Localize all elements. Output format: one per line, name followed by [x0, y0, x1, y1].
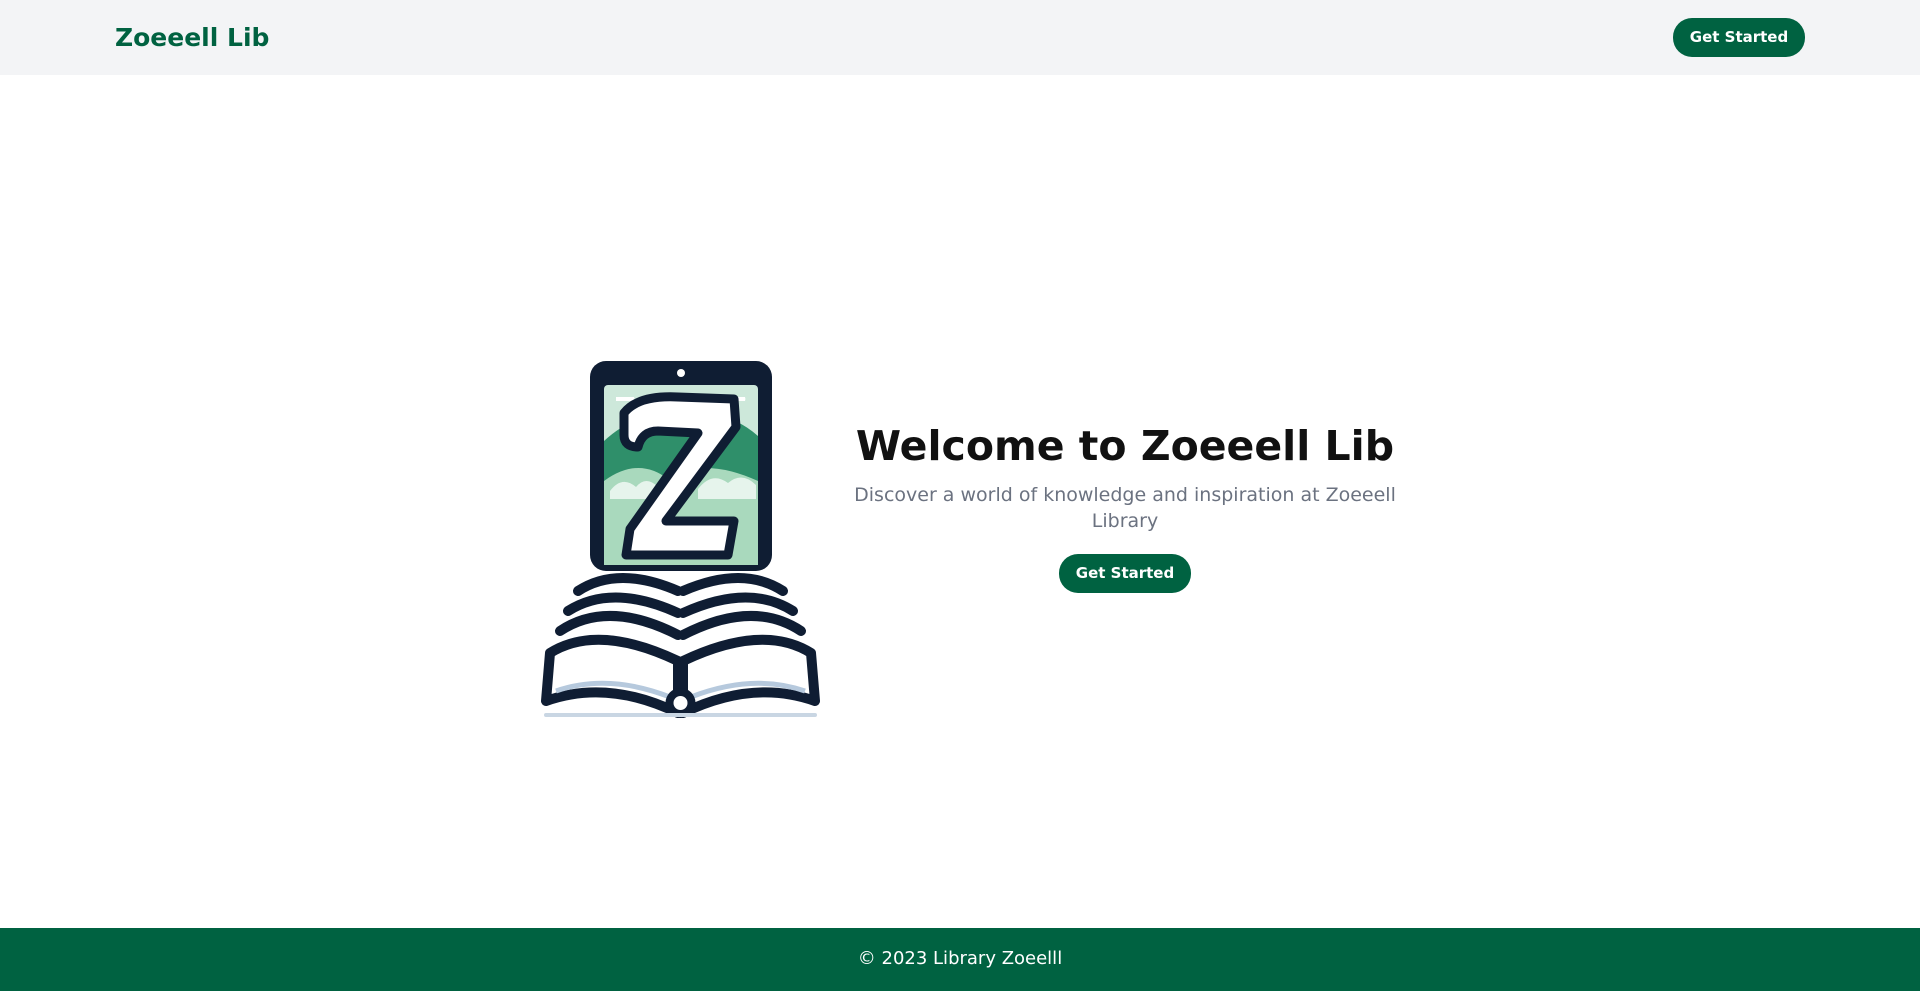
- page-footer: © 2023 Library Zoeelll: [0, 928, 1920, 991]
- brand-logo-link[interactable]: Zoeeell Lib: [115, 22, 269, 54]
- hero-text-block: Welcome to Zoeeell Lib Discover a world …: [820, 420, 1430, 593]
- hero-subtitle: Discover a world of knowledge and inspir…: [854, 484, 1396, 532]
- hero-section: Welcome to Zoeeell Lib Discover a world …: [0, 75, 1920, 928]
- footer-copyright: © 2023 Library Zoeelll: [857, 948, 1063, 969]
- hero-get-started-button[interactable]: Get Started: [1059, 554, 1191, 593]
- nav-get-started-button[interactable]: Get Started: [1673, 18, 1805, 57]
- hero-title: Welcome to Zoeeell Lib: [855, 422, 1395, 470]
- top-navbar: Zoeeell Lib Get Started: [0, 0, 1920, 75]
- book-tablet-z-logo-icon: [538, 361, 823, 718]
